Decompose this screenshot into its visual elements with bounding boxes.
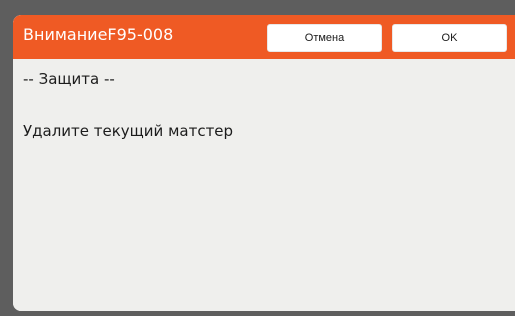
screen-frame: ВниманиеF95-008 Отмена OK -- Защита -- У…: [0, 0, 515, 316]
dialog-title: ВниманиеF95-008: [23, 25, 174, 44]
message-line-instruction: Удалите текущий матстер: [23, 122, 234, 140]
message-line-protection: -- Защита --: [23, 70, 115, 88]
dialog-header: ВниманиеF95-008 Отмена OK: [13, 15, 515, 59]
dialog-body: -- Защита -- Удалите текущий матстер: [13, 59, 515, 311]
ok-button[interactable]: OK: [392, 24, 507, 52]
cancel-button[interactable]: Отмена: [267, 24, 382, 52]
warning-dialog: ВниманиеF95-008 Отмена OK -- Защита -- У…: [13, 15, 515, 311]
